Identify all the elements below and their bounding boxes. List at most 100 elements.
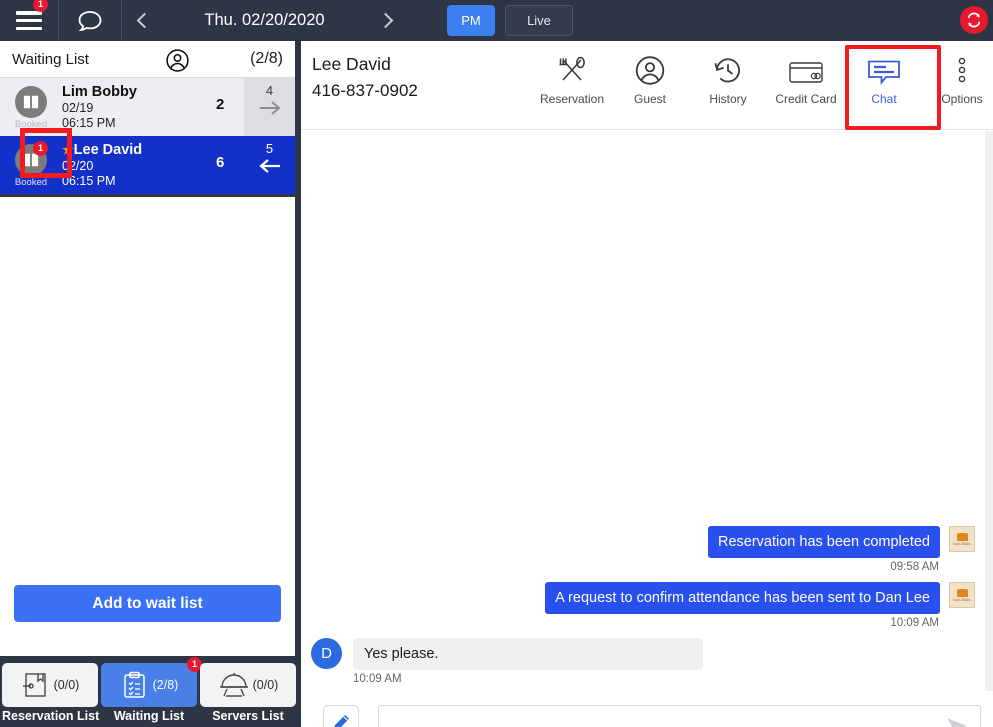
action-credit-card[interactable]: Credit Card [767,41,845,106]
message-input-wrap[interactable] [378,705,981,727]
message-text: Yes please. [353,638,703,670]
waiting-list-title: Waiting List [12,50,89,68]
message-outgoing: Reservation has been completed Kai's Bis… [311,526,975,558]
action-options[interactable]: Options [923,41,993,106]
prev-day-button[interactable] [122,0,162,41]
message-composer: template [301,691,993,727]
party-size: 6 [216,154,225,171]
arrow-right-icon [259,101,281,115]
table-assign-button[interactable]: 4 [244,78,295,136]
speech-bubble-icon [78,10,102,31]
menu-badge: 1 [33,0,48,12]
refresh-sync-icon [967,12,981,28]
user-circle-icon[interactable] [165,48,190,78]
notebook-icon [22,673,46,697]
row-date: 02/19 [62,101,94,115]
action-history[interactable]: History [689,41,767,106]
waiting-list-header: Waiting List (2/8) [0,41,295,78]
message-list: Reservation has been completed Kai's Bis… [301,526,985,685]
add-to-wait-list-wrap: Add to wait list [0,585,295,622]
row-status: 1 Booked [0,128,72,194]
action-label: Guest [633,92,666,106]
clipboard-checklist-icon [123,671,145,698]
main-panel: Lee David 416-837-0902 Reservation Guest… [301,41,993,727]
row-date: 02/20 [62,159,94,173]
action-label: History [709,92,747,106]
action-guest[interactable]: Guest [611,41,689,106]
message-timestamp: 10:09 AM [890,617,939,629]
message-incoming: D Yes please. [311,638,975,670]
pm-toggle-button[interactable]: PM [447,5,495,36]
tab-label: Servers List [212,709,284,723]
top-bar: 1 Thu. 02/20/2020 PM Live [0,0,993,41]
chevron-left-icon [136,12,152,29]
current-date[interactable]: Thu. 02/20/2020 [162,0,367,41]
menu-button[interactable]: 1 [0,0,58,41]
guest-header: Lee David 416-837-0902 Reservation Guest… [301,41,993,130]
message-text: Reservation has been completed [708,526,940,558]
guest-name: Lim Bobby [62,84,137,100]
serving-dome-icon [219,673,248,697]
send-button[interactable] [944,715,970,727]
topbar-chat-button[interactable] [59,0,121,41]
table-number: 5 [265,141,274,156]
row-time: 06:15 PM [62,116,116,130]
live-toggle-button[interactable]: Live [505,5,573,36]
template-button[interactable]: template [319,705,363,727]
next-day-button[interactable] [367,0,407,41]
waiting-list-sidebar: Waiting List (2/8) Booked Lim Bobby 02/1… [0,41,298,656]
action-label: Credit Card [775,92,837,106]
message-outgoing: A request to confirm attendance has been… [311,582,975,614]
spacer [0,622,295,644]
action-icon-bar: Reservation Guest History Credit Card Ch… [533,41,993,130]
scrollbar[interactable] [985,131,993,691]
app-root: 1 Thu. 02/20/2020 PM Live Waiting List (… [0,0,993,727]
action-reservation[interactable]: Reservation [533,41,611,106]
row-time: 06:15 PM [62,174,116,188]
avatar: D [311,638,342,669]
user-circle-icon [634,54,666,86]
pencil-icon [323,705,359,727]
row-details: ★Lee David 02/20 06:15 PM [62,136,216,194]
message-text: A request to confirm attendance has been… [545,582,940,614]
tab-count: (2/8) [152,678,179,692]
tab-count: (0/0) [252,678,279,692]
table-assign-button[interactable]: 5 [244,136,295,194]
chevron-right-icon [377,12,393,29]
chat-message-area: Reservation has been completed Kai's Bis… [301,131,993,691]
refresh-button[interactable] [960,6,988,34]
tab-reservation-list[interactable]: (0/0) Reservation List [2,663,99,723]
tab-label: Waiting List [113,709,185,723]
action-label: Reservation [539,92,605,106]
guest-name: ★Lee David [62,141,216,159]
tab-count: (0/0) [53,678,80,692]
notebook-icon [23,95,39,109]
list-item[interactable]: 1 Booked ★Lee David 02/20 06:15 PM 6 5 [0,128,295,194]
tab-servers-list[interactable]: (0/0) Servers List [200,663,296,723]
sender-logo-text: Kai's Bistro [953,597,971,602]
arrow-left-icon [258,159,280,173]
row-status-label: Booked [14,177,48,188]
restaurant-logo-icon [956,588,968,597]
message-timestamp: 10:09 AM [353,673,402,685]
guest-name-text: Lee David [73,142,143,158]
tab-waiting-list[interactable]: (2/8) 1 Waiting List [101,657,202,723]
send-arrow-icon [947,718,967,727]
guest-phone: 416-837-0902 [312,81,418,100]
action-chat[interactable]: Chat [845,41,941,130]
sender-logo-text: Kai's Bistro [953,541,971,546]
credit-card-icon [788,54,824,86]
three-dots-vertical-icon [956,54,968,86]
action-label: Chat [871,92,897,106]
bottom-tab-bar: (0/0) Reservation List (2/8) 1 Waiting L… [0,657,298,727]
add-to-wait-list-button[interactable]: Add to wait list [14,585,281,622]
message-input[interactable] [379,706,980,727]
clock-rewind-icon [712,54,744,86]
message-timestamp: 09:58 AM [890,561,939,573]
page-title: Lee David [312,54,391,74]
waiting-list-count: (2/8) [250,50,283,67]
tab-label: Reservation List [2,709,100,723]
sender-logo: Kai's Bistro [949,526,975,552]
booked-avatar [15,86,47,118]
action-label: Options [941,92,983,106]
